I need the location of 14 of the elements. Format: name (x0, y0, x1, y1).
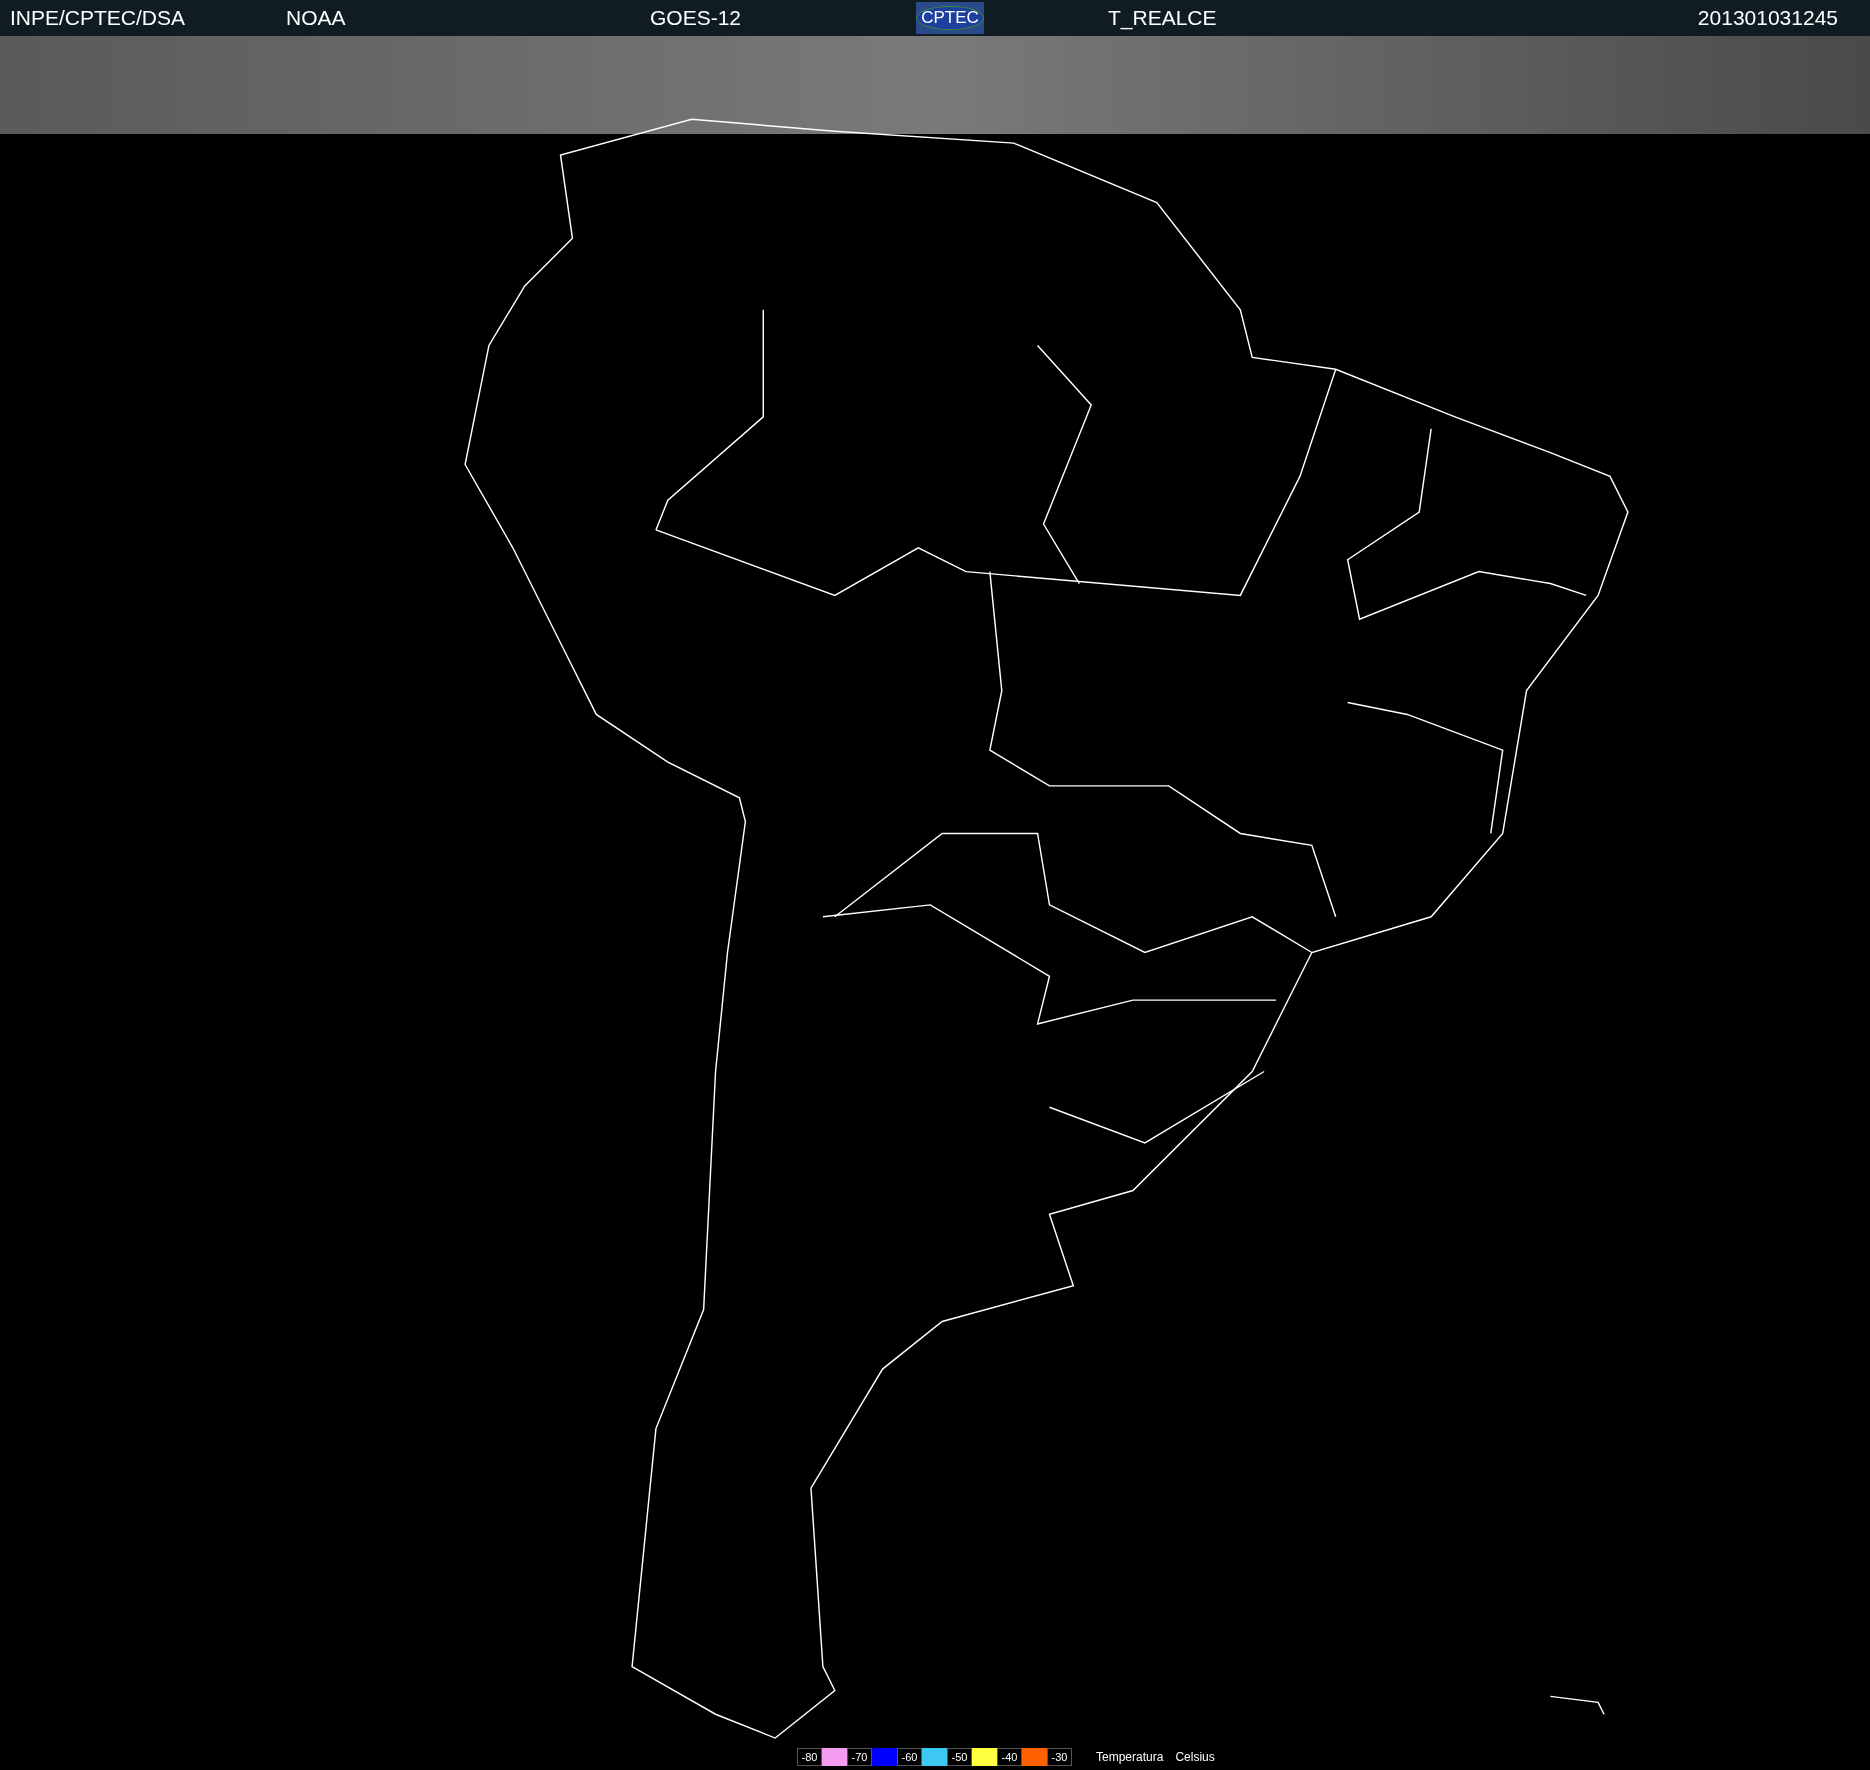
legend-value: -70 (847, 1748, 872, 1766)
header-label: INPE/CPTEC/DSA (10, 5, 187, 32)
legend-value: -50 (947, 1748, 972, 1766)
header-label: T_REALCE (1108, 5, 1217, 32)
legend-value: -30 (1047, 1748, 1072, 1766)
legend-caption: Celsius (1175, 1749, 1215, 1766)
legend-caption: Temperatura (1096, 1749, 1164, 1766)
legend-value: -60 (897, 1748, 922, 1766)
legend-value: -40 (997, 1748, 1022, 1766)
header-label: NOAA (286, 5, 347, 32)
header-label: 201301031245 (1697, 5, 1838, 32)
header-label: GOES-12 (650, 5, 743, 32)
legend-value: -80 (797, 1748, 822, 1766)
logo-text: CPTEC (916, 6, 984, 30)
